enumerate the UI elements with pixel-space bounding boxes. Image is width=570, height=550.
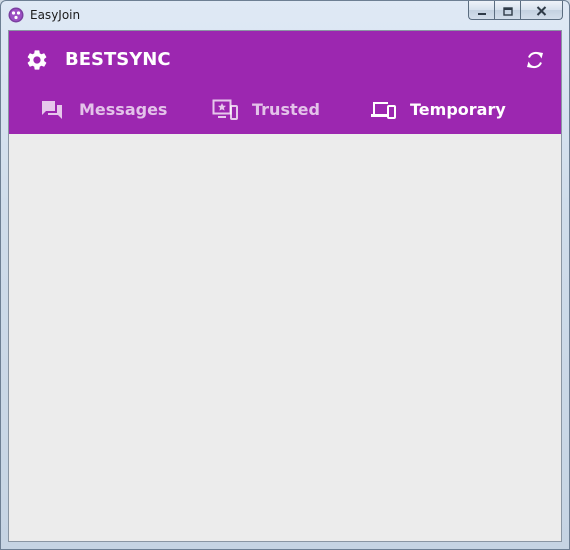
tab-label: Messages [79,100,168,119]
minimize-button[interactable] [468,1,494,20]
devices-icon [370,98,396,122]
tab-label: Trusted [252,100,320,119]
app-name: BESTSYNC [65,49,171,70]
tab-temporary[interactable]: Temporary [370,95,506,125]
trusted-device-icon [212,98,238,122]
content-area [9,134,561,541]
close-icon [536,1,547,20]
client-area: BESTSYNC Messages Trusted Temporary [8,30,562,542]
maximize-icon [502,1,513,20]
settings-button[interactable] [25,48,49,72]
close-button[interactable] [520,1,563,20]
tab-label: Temporary [410,100,506,119]
tab-trusted[interactable]: Trusted [212,95,320,125]
app-window: EasyJoin BESTSYNC Messages Trusted Tempo… [0,0,570,550]
refresh-icon [524,51,546,76]
refresh-button[interactable] [524,48,546,72]
tab-messages[interactable]: Messages [39,95,167,125]
app-header: BESTSYNC Messages Trusted Temporary [9,31,561,134]
window-title: EasyJoin [30,8,81,22]
minimize-icon [477,1,487,20]
title-bar[interactable]: EasyJoin [1,1,569,29]
maximize-button[interactable] [494,1,520,20]
caption-buttons [468,1,563,20]
gear-icon [25,50,49,76]
chat-icon [39,98,65,122]
app-logo-icon [8,7,24,23]
